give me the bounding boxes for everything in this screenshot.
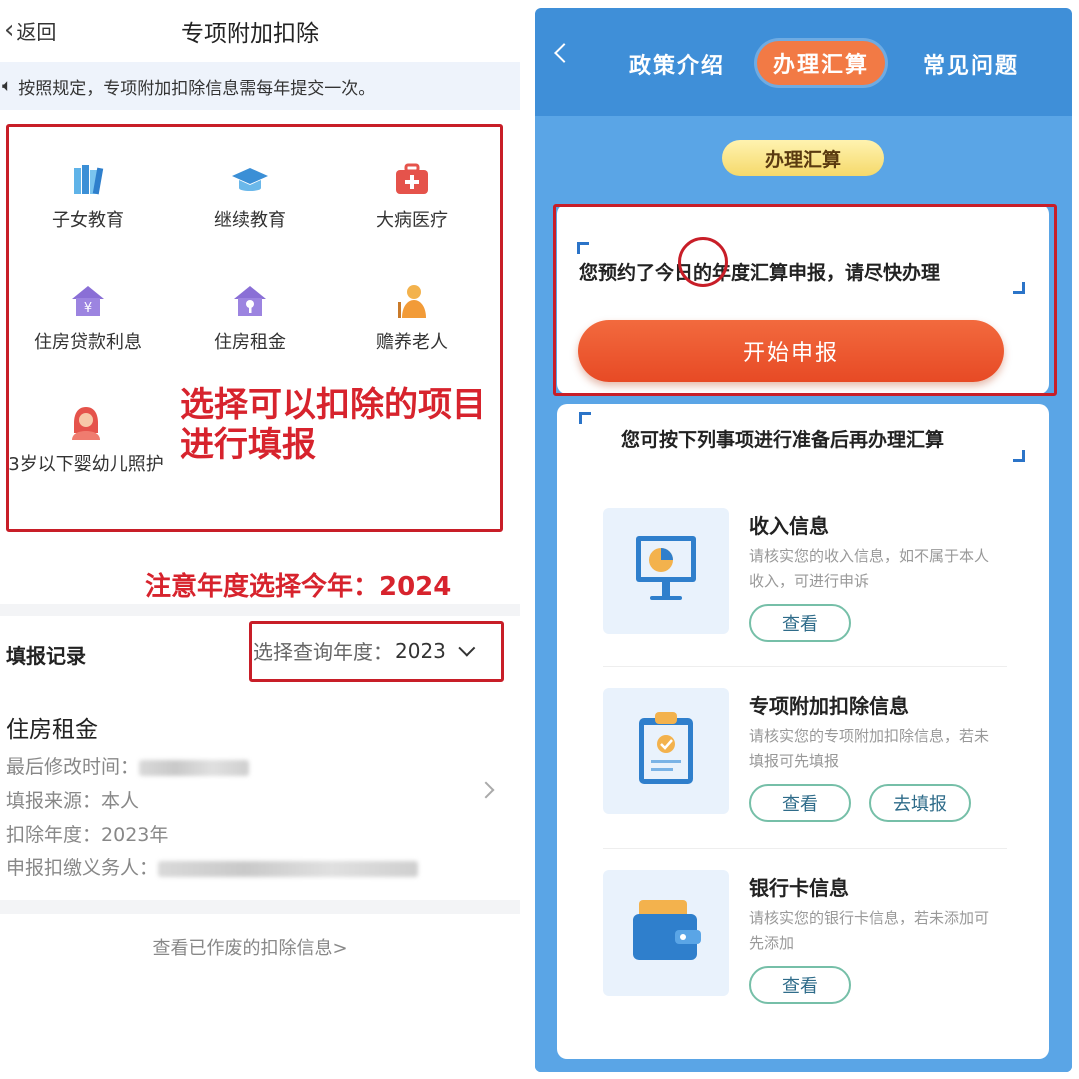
record-modified: 最后修改时间： [6,752,250,779]
prep-item-title: 专项附加扣除信息 [749,694,909,718]
tab-policy[interactable]: 政策介绍 [629,48,725,80]
prep-item-title: 银行卡信息 [749,876,849,900]
record-source-value: 本人 [101,790,140,812]
list-divider [603,848,1007,849]
speaker-icon: 🔈︎ [2,76,13,96]
tab-settlement[interactable]: 办理汇算 [757,41,886,85]
view-button[interactable]: 查看 [749,784,851,822]
prep-item-income: 收入信息 请核实您的收入信息，如不属于本人收入，可进行申诉 查看 [603,508,1005,648]
section-divider [0,604,520,616]
page-header: ‹ 返回 专项附加扣除 [0,0,520,62]
annual-settlement-page: 政策介绍 办理汇算 常见问题 办理汇算 您预约了今日的年度汇算申报，请尽快办理 … [535,8,1072,1072]
void-records-link[interactable]: 查看已作废的扣除信息> [0,934,500,960]
view-button[interactable]: 查看 [749,604,851,642]
records-title: 填报记录 [6,644,86,668]
record-year-value: 2023年 [101,824,169,846]
bracket-corner [579,412,591,424]
record-modified-label: 最后修改时间： [6,756,140,778]
record-withholder-label: 申报扣缴义务人： [6,857,159,879]
highlight-box [6,124,503,532]
section-pill: 办理汇算 [722,140,884,176]
record-source: 填报来源：本人 [6,786,139,813]
prep-item-desc: 请核实您的收入信息，如不属于本人收入，可进行申诉 [749,547,990,590]
redacted-text [158,860,419,877]
clipboard-check-icon [603,688,729,814]
highlight-box [553,204,1057,396]
notice-text: 按照规定，专项附加扣除信息需每年提交一次。 [18,78,376,99]
bracket-corner [1013,450,1025,462]
preparation-text: 您可按下列事项进行准备后再办理汇算 [621,429,945,451]
tab-faq[interactable]: 常见问题 [923,48,1019,80]
prep-item-title: 收入信息 [749,514,829,538]
page-title: 专项附加扣除 [181,21,319,47]
section-divider [0,900,520,914]
record-withholder: 申报扣缴义务人： [6,853,419,880]
chevron-right-icon [477,781,495,799]
highlight-box [249,621,504,682]
income-chart-icon [603,508,729,634]
prep-item-bank-card: 银行卡信息 请核实您的银行卡信息，若未添加可先添加 查看 [603,870,1005,1010]
prep-item-desc: 请核实您的银行卡信息，若未添加可先添加 [749,909,990,952]
prep-item-desc: 请核实您的专项附加扣除信息，若未填报可先填报 [749,727,990,770]
list-divider [603,666,1007,667]
notice-bar: 🔈︎ 按照规定，专项附加扣除信息需每年提交一次。 [0,62,520,110]
prep-item-special-deduction: 专项附加扣除信息 请核实您的专项附加扣除信息，若未填报可先填报 查看 去填报 [603,688,1005,828]
back-chevron-icon[interactable] [554,43,574,63]
record-source-label: 填报来源： [6,790,102,812]
tab-bar: 政策介绍 办理汇算 常见问题 [535,8,1072,116]
deduction-page: ‹ 返回 专项附加扣除 🔈︎ 按照规定，专项附加扣除信息需每年提交一次。 子女教… [0,0,520,1079]
annotation-year-note: 注意年度选择今年：2024 [145,572,452,602]
record-year: 扣除年度：2023年 [6,820,168,847]
record-name: 住房租金 [6,717,98,743]
fill-in-button[interactable]: 去填报 [869,784,971,822]
wallet-icon [603,870,729,996]
view-button[interactable]: 查看 [749,966,851,1004]
record-year-label: 扣除年度： [6,824,102,846]
redacted-text [139,759,250,776]
record-item[interactable]: 住房租金 最后修改时间： 填报来源：本人 扣除年度：2023年 申报扣缴义务人： [0,700,520,890]
annotation-select-items: 选择可以扣除的项目进行填报 [180,385,486,465]
